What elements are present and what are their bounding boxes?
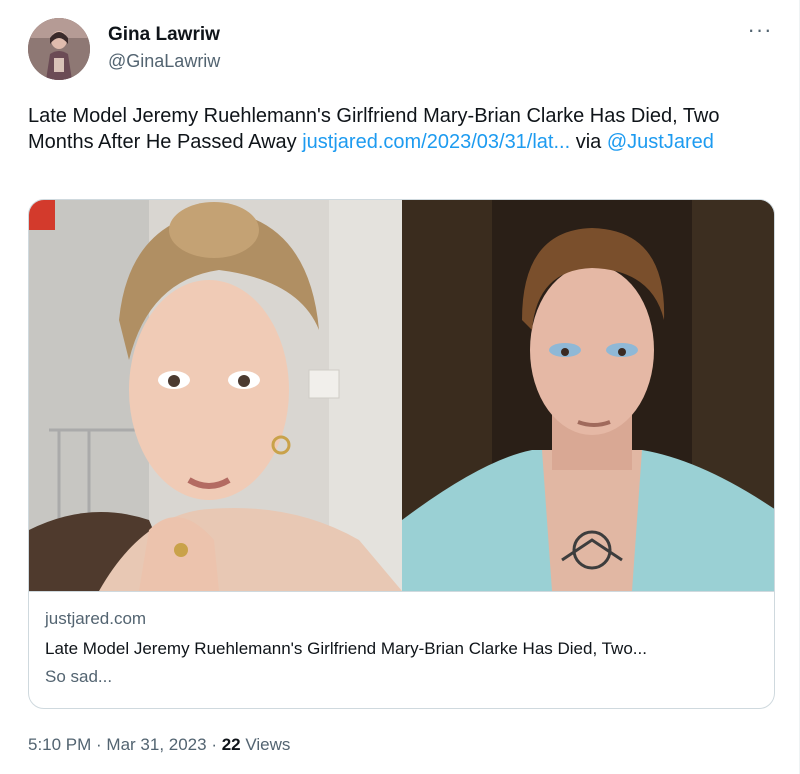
more-dots-icon[interactable]: ··· (745, 19, 775, 46)
tweet-date[interactable]: Mar 31, 2023 (106, 735, 206, 754)
card-media[interactable] (29, 200, 774, 591)
tweet-text: Late Model Jeremy Ruehlemann's Girlfrien… (28, 103, 778, 155)
tweet[interactable]: Gina Lawriw @GinaLawriw ··· Late Model J… (0, 0, 800, 774)
tweet-timestamp: 5:10 PM · Mar 31, 2023 · 22 Views (28, 734, 290, 756)
views-label: Views (240, 735, 291, 754)
card-photo-man (402, 200, 774, 591)
tweet-via: via (570, 131, 607, 153)
tweet-time[interactable]: 5:10 PM (28, 735, 91, 754)
card-description: So sad... (45, 667, 113, 686)
tweet-link[interactable]: justjared.com/2023/03/31/lat... (302, 131, 570, 153)
author-names: Gina Lawriw @GinaLawriw (108, 24, 220, 73)
views-count: 22 (221, 735, 241, 754)
avatar-image (28, 18, 90, 80)
card-domain: justjared.com (45, 609, 147, 628)
tweet-header: Gina Lawriw @GinaLawriw ··· (28, 16, 775, 80)
tweet-mention[interactable]: @JustJared (607, 131, 714, 153)
meta-separator: · (91, 735, 107, 754)
card-meta[interactable]: justjared.com Late Model Jeremy Ruehlema… (29, 591, 774, 708)
card-title: Late Model Jeremy Ruehlemann's Girlfrien… (45, 639, 647, 658)
meta-separator-2: · (206, 735, 222, 754)
card-photo-woman (29, 200, 402, 591)
link-card[interactable]: justjared.com Late Model Jeremy Ruehlema… (28, 199, 775, 709)
author-display-name[interactable]: Gina Lawriw (108, 24, 220, 46)
author-handle[interactable]: @GinaLawriw (108, 49, 220, 73)
avatar[interactable] (28, 18, 90, 80)
